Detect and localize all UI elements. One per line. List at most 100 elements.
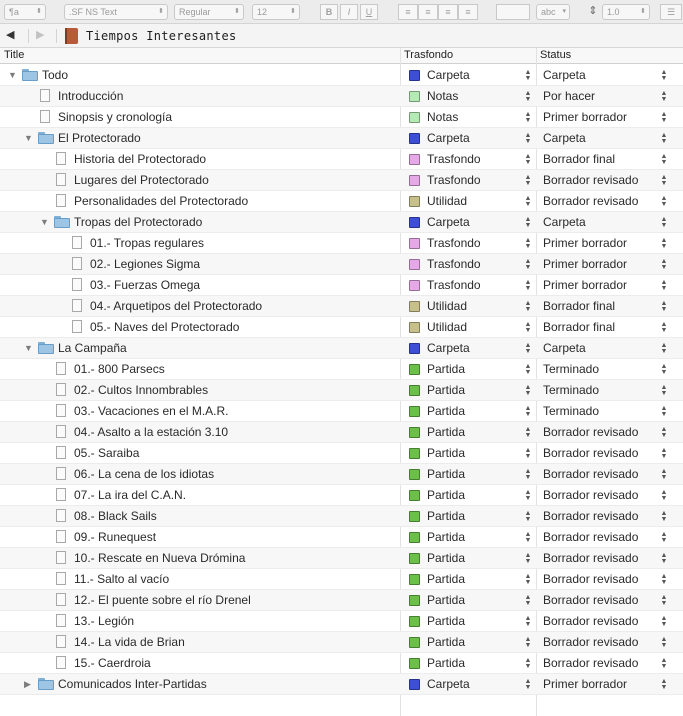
outline-document-row[interactable]: 08.- Black Sails Partida ▲ ▼ Borrador revisa…	[0, 506, 683, 527]
trasfondo-popup[interactable]: Partida ▲ ▼	[401, 401, 536, 422]
outline-document-row[interactable]: Introducción Notas ▲ ▼ Por hacer ▲ ▼	[0, 86, 683, 107]
status-popup[interactable]: Borrador revisado ▲ ▼	[537, 170, 683, 191]
chevron-updown-icon[interactable]: ▲ ▼	[660, 426, 668, 439]
title-cell[interactable]: 08.- Black Sails	[0, 506, 400, 527]
align-left-icon[interactable]: ≡	[398, 4, 418, 20]
chevron-updown-icon[interactable]: ▲ ▼	[524, 636, 532, 649]
chevron-updown-icon[interactable]: ▲ ▼	[660, 615, 668, 628]
chevron-updown-icon[interactable]: ▲ ▼	[660, 321, 668, 334]
trasfondo-popup[interactable]: Carpeta ▲ ▼	[401, 65, 536, 86]
title-cell[interactable]: 10.- Rescate en Nueva Drómina	[0, 548, 400, 569]
trasfondo-popup[interactable]: Partida ▲ ▼	[401, 569, 536, 590]
chevron-updown-icon[interactable]: ▲ ▼	[660, 279, 668, 292]
title-cell[interactable]: 05.- Naves del Protectorado	[0, 317, 400, 338]
spelling-popup[interactable]: abc ▾	[536, 4, 570, 20]
chevron-updown-icon[interactable]: ▲ ▼	[524, 489, 532, 502]
outline-view[interactable]: ▼ Todo Carpeta ▲ ▼ Carpeta ▲ ▼ Introducción Notas…	[0, 65, 683, 695]
chevron-updown-icon[interactable]: ▲ ▼	[660, 510, 668, 523]
title-cell[interactable]: ▼ Todo	[0, 65, 400, 86]
outline-document-row[interactable]: Lugares del Protectorado Trasfondo ▲ ▼ Borra…	[0, 170, 683, 191]
trasfondo-popup[interactable]: Carpeta ▲ ▼	[401, 212, 536, 233]
trasfondo-popup[interactable]: Partida ▲ ▼	[401, 464, 536, 485]
status-popup[interactable]: Terminado ▲ ▼	[537, 359, 683, 380]
disclosure-expanded-icon[interactable]: ▼	[8, 69, 18, 81]
forward-arrow-icon[interactable]: ▶	[36, 28, 44, 41]
trasfondo-popup[interactable]: Notas ▲ ▼	[401, 86, 536, 107]
chevron-updown-icon[interactable]: ▲ ▼	[660, 69, 668, 82]
chevron-updown-icon[interactable]: ▲ ▼	[660, 237, 668, 250]
outline-document-row[interactable]: 14.- La vida de Brian Partida ▲ ▼ Borrador r…	[0, 632, 683, 653]
trasfondo-popup[interactable]: Partida ▲ ▼	[401, 653, 536, 674]
title-cell[interactable]: 02.- Legiones Sigma	[0, 254, 400, 275]
font-size-popup[interactable]: 12 ⬍	[252, 4, 300, 20]
outline-document-row[interactable]: 04.- Asalto a la estación 3.10 Partida ▲ ▼ B…	[0, 422, 683, 443]
chevron-updown-icon[interactable]: ▲ ▼	[524, 111, 532, 124]
trasfondo-popup[interactable]: Trasfondo ▲ ▼	[401, 254, 536, 275]
chevron-updown-icon[interactable]: ▲ ▼	[660, 552, 668, 565]
chevron-updown-icon[interactable]: ▲ ▼	[524, 405, 532, 418]
title-cell[interactable]: Lugares del Protectorado	[0, 170, 400, 191]
outline-document-row[interactable]: 04.- Arquetipos del Protectorado Utilidad…	[0, 296, 683, 317]
title-cell[interactable]: 09.- Runequest	[0, 527, 400, 548]
disclosure-collapsed-icon[interactable]: ▶	[24, 678, 34, 690]
chevron-updown-icon[interactable]: ▲ ▼	[524, 531, 532, 544]
bold-button[interactable]: B	[320, 4, 338, 20]
trasfondo-popup[interactable]: Utilidad ▲ ▼	[401, 317, 536, 338]
chevron-updown-icon[interactable]: ▲ ▼	[524, 384, 532, 397]
chevron-updown-icon[interactable]: ▲ ▼	[660, 594, 668, 607]
title-cell[interactable]: 02.- Cultos Innombrables	[0, 380, 400, 401]
outline-document-row[interactable]: 15.- Caerdroia Partida ▲ ▼ Borrador revisado…	[0, 653, 683, 674]
chevron-updown-icon[interactable]: ▲ ▼	[524, 69, 532, 82]
status-popup[interactable]: Borrador final ▲ ▼	[537, 149, 683, 170]
status-popup[interactable]: Borrador revisado ▲ ▼	[537, 485, 683, 506]
outline-document-row[interactable]: Personalidades del Protectorado Utilidad ▲…	[0, 191, 683, 212]
trasfondo-popup[interactable]: Partida ▲ ▼	[401, 590, 536, 611]
trasfondo-popup[interactable]: Partida ▲ ▼	[401, 380, 536, 401]
outline-folder-row[interactable]: ▼ La Campaña Carpeta ▲ ▼ Carpeta ▲ ▼	[0, 338, 683, 359]
chevron-updown-icon[interactable]: ▲ ▼	[524, 279, 532, 292]
outline-document-row[interactable]: 02.- Cultos Innombrables Partida ▲ ▼ Termina…	[0, 380, 683, 401]
outline-document-row[interactable]: 11.- Salto al vacío Partida ▲ ▼ Borrador rev…	[0, 569, 683, 590]
outline-document-row[interactable]: Sinopsis y cronología Notas ▲ ▼ Primer borra…	[0, 107, 683, 128]
chevron-updown-icon[interactable]: ▲ ▼	[524, 258, 532, 271]
title-cell[interactable]: ▶ Comunicados Inter-Partidas	[0, 674, 400, 695]
chevron-updown-icon[interactable]: ▲ ▼	[660, 111, 668, 124]
chevron-updown-icon[interactable]: ▲ ▼	[660, 636, 668, 649]
chevron-updown-icon[interactable]: ▲ ▼	[524, 321, 532, 334]
underline-button[interactable]: U	[360, 4, 378, 20]
outline-document-row[interactable]: 01.- Tropas regulares Trasfondo ▲ ▼ Primer b…	[0, 233, 683, 254]
chevron-updown-icon[interactable]: ▲ ▼	[524, 300, 532, 313]
chevron-updown-icon[interactable]: ▲ ▼	[524, 678, 532, 691]
status-popup[interactable]: Borrador revisado ▲ ▼	[537, 548, 683, 569]
title-cell[interactable]: 04.- Asalto a la estación 3.10	[0, 422, 400, 443]
trasfondo-popup[interactable]: Partida ▲ ▼	[401, 527, 536, 548]
chevron-updown-icon[interactable]: ▲ ▼	[660, 531, 668, 544]
chevron-updown-icon[interactable]: ▲ ▼	[660, 468, 668, 481]
font-weight-popup[interactable]: Regular ⬍	[174, 4, 244, 20]
title-cell[interactable]: 14.- La vida de Brian	[0, 632, 400, 653]
chevron-updown-icon[interactable]: ▲ ▼	[524, 237, 532, 250]
trasfondo-popup[interactable]: Trasfondo ▲ ▼	[401, 275, 536, 296]
chevron-updown-icon[interactable]: ▲ ▼	[660, 174, 668, 187]
chevron-updown-icon[interactable]: ▲ ▼	[524, 153, 532, 166]
column-header-trasfondo[interactable]: Trasfondo	[404, 49, 453, 61]
trasfondo-popup[interactable]: Carpeta ▲ ▼	[401, 674, 536, 695]
chevron-updown-icon[interactable]: ▲ ▼	[524, 426, 532, 439]
title-cell[interactable]: 06.- La cena de los idiotas	[0, 464, 400, 485]
status-popup[interactable]: Borrador revisado ▲ ▼	[537, 590, 683, 611]
chevron-updown-icon[interactable]: ▲ ▼	[660, 300, 668, 313]
status-popup[interactable]: Primer borrador ▲ ▼	[537, 254, 683, 275]
title-cell[interactable]: 03.- Fuerzas Omega	[0, 275, 400, 296]
chevron-updown-icon[interactable]: ▲ ▼	[524, 174, 532, 187]
outline-document-row[interactable]: 13.- Legión Partida ▲ ▼ Borrador revisado ▲ ▼	[0, 611, 683, 632]
list-icon[interactable]: ☰	[660, 4, 682, 20]
title-cell[interactable]: 15.- Caerdroia	[0, 653, 400, 674]
title-cell[interactable]: 01.- 800 Parsecs	[0, 359, 400, 380]
trasfondo-popup[interactable]: Carpeta ▲ ▼	[401, 128, 536, 149]
outline-folder-row[interactable]: ▼ Tropas del Protectorado Carpeta ▲ ▼ Carpeta…	[0, 212, 683, 233]
status-popup[interactable]: Borrador revisado ▲ ▼	[537, 527, 683, 548]
status-popup[interactable]: Borrador revisado ▲ ▼	[537, 464, 683, 485]
trasfondo-popup[interactable]: Partida ▲ ▼	[401, 611, 536, 632]
title-cell[interactable]: Sinopsis y cronología	[0, 107, 400, 128]
title-cell[interactable]: ▼ El Protectorado	[0, 128, 400, 149]
